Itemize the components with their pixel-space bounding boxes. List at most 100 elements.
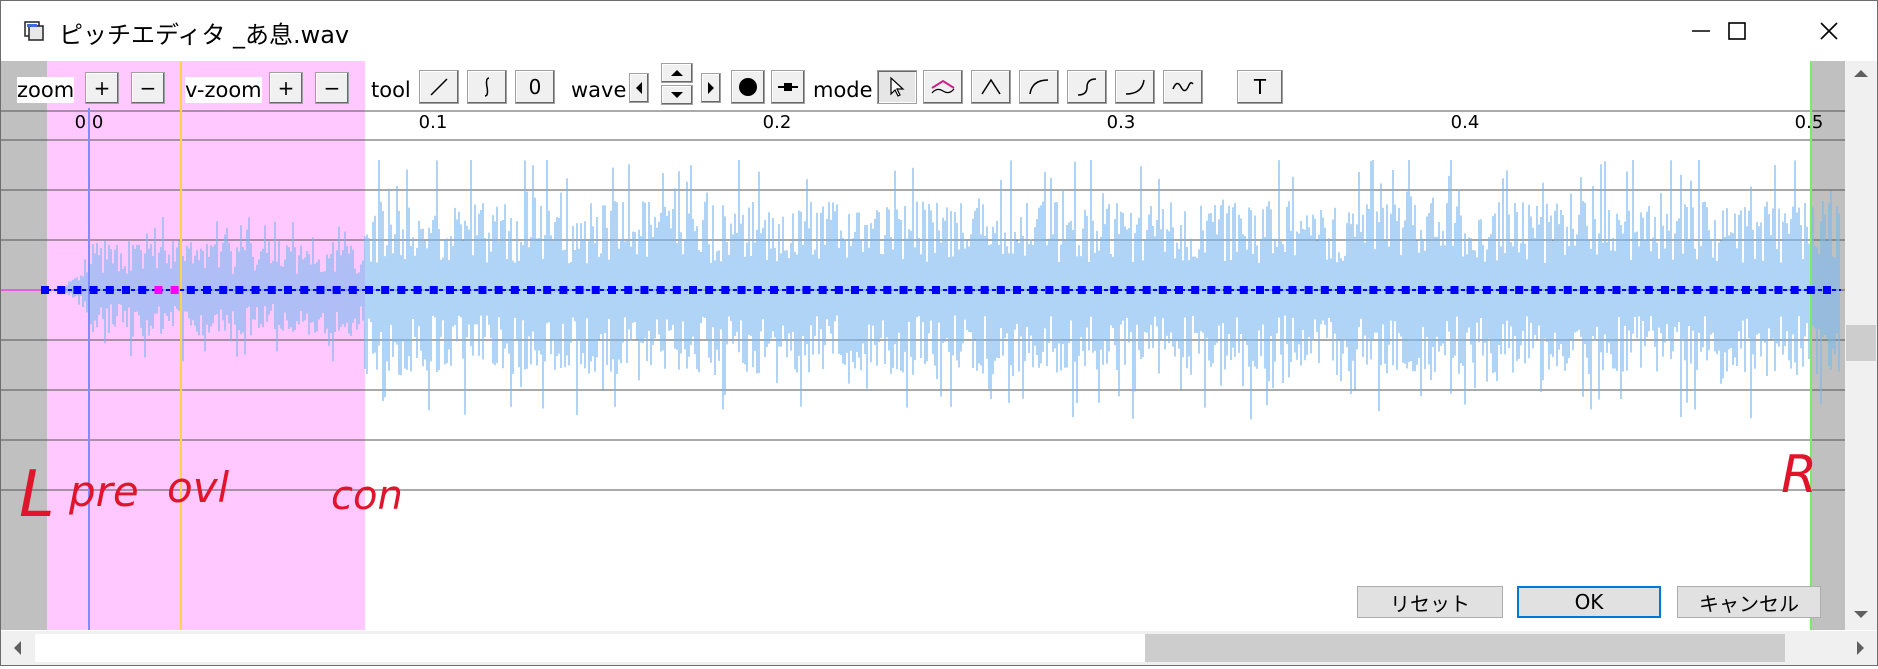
pitch-point: [170, 286, 179, 294]
pitch-point: [267, 286, 276, 294]
curve-up-icon: [1029, 79, 1049, 95]
pitch-point: [1337, 286, 1345, 294]
mode-curve-up-button[interactable]: [1019, 70, 1059, 104]
wave-left-button[interactable]: [629, 73, 649, 103]
pitch-point: [1661, 286, 1669, 294]
pitch-point: [1596, 286, 1605, 294]
point-add-button[interactable]: [731, 70, 765, 104]
wave-up-button[interactable]: [661, 63, 693, 83]
right-blank-region: [1811, 108, 1845, 630]
pitch-point: [1013, 286, 1021, 294]
text-mode-button[interactable]: T: [1237, 70, 1283, 104]
pitch-point: [899, 286, 908, 294]
line-tool-icon: [430, 78, 448, 96]
pitch-point: [802, 286, 811, 294]
pitch-point: [980, 286, 989, 294]
pitch-point: [1709, 286, 1718, 294]
maximize-icon: [1728, 22, 1746, 40]
pitch-point: [575, 286, 584, 294]
ok-button[interactable]: OK: [1517, 586, 1661, 618]
ruler-tick-label: 0.2: [763, 112, 792, 133]
pitch-point: [1094, 286, 1102, 294]
pitch-point: [1418, 286, 1426, 294]
pitch-point: [1239, 286, 1248, 294]
pitch-point: [543, 286, 552, 294]
pitch-point: [1288, 286, 1297, 294]
pitch-point: [883, 286, 892, 294]
pitch-point: [300, 286, 309, 294]
vzoom-out-button[interactable]: −: [315, 72, 349, 104]
close-icon: [1820, 22, 1838, 40]
left-blank-annotation: L: [19, 458, 55, 532]
mode-wave-button[interactable]: [1163, 70, 1203, 104]
close-button[interactable]: [1799, 1, 1859, 61]
pitch-point: [1272, 286, 1281, 294]
pitch-point: [1450, 286, 1459, 294]
pitch-point: [57, 286, 66, 294]
pitch-point: [1029, 286, 1038, 294]
vzoom-in-button[interactable]: +: [269, 72, 303, 104]
pitch-point: [915, 286, 924, 294]
pitch-point: [1110, 286, 1119, 294]
wave-label: wave: [571, 77, 627, 103]
pitch-point: [1223, 286, 1232, 294]
line-tool-button[interactable]: [419, 70, 459, 104]
down-arrow-icon: [671, 92, 683, 98]
pitch-point: [818, 286, 827, 294]
pitch-point: [138, 286, 147, 294]
pitch-point: [1207, 286, 1216, 294]
consonant-region: [47, 108, 365, 630]
pitch-point: [1531, 286, 1540, 294]
curve-down-icon: [1125, 79, 1145, 95]
pitch-point: [1045, 286, 1054, 294]
pitch-point: [948, 286, 957, 294]
pitch-point: [527, 286, 535, 294]
horizontal-scroll-thumb: [1145, 634, 1785, 662]
ruler-tick-label: 0.1: [419, 112, 448, 133]
mode-label: mode: [813, 77, 873, 103]
pitch-point: [672, 286, 681, 294]
pitch-point: [251, 286, 260, 294]
point-line-button[interactable]: [771, 70, 805, 104]
pitch-point: [996, 286, 1005, 294]
pitch-point: [105, 286, 114, 294]
mode-s-curve-button[interactable]: [1067, 70, 1107, 104]
pitch-point: [656, 286, 665, 294]
mode-select-button[interactable]: [877, 70, 917, 104]
wave-right-button[interactable]: [701, 73, 721, 103]
right-blank-annotation: R: [1781, 445, 1818, 505]
pitch-point: [1644, 286, 1653, 294]
mode-peak-button[interactable]: [971, 70, 1011, 104]
horizontal-scrollbar[interactable]: [1, 631, 1877, 665]
pitch-point: [1580, 286, 1588, 294]
waveform-area[interactable]: 0.0 0.1 0.2 0.3 0.4 0.5: [1, 108, 1851, 630]
pitch-point: [559, 286, 568, 294]
reset-button[interactable]: リセット: [1357, 586, 1503, 618]
pitch-point: [1677, 286, 1686, 294]
wave-down-button[interactable]: [661, 85, 693, 105]
integral-curve-icon: [484, 77, 490, 97]
curve-tool-button[interactable]: [467, 70, 507, 104]
zero-tool-button[interactable]: 0: [515, 70, 555, 104]
pitch-point: [1790, 286, 1799, 294]
pitch-point: [705, 286, 714, 294]
pitch-point: [1061, 286, 1070, 294]
cancel-button[interactable]: キャンセル: [1677, 586, 1821, 618]
mode-vibrato-button[interactable]: [923, 70, 963, 104]
vertical-scrollbar[interactable]: [1845, 61, 1877, 630]
mode-curve-down-button[interactable]: [1115, 70, 1155, 104]
pitch-point: [429, 286, 438, 294]
pitch-point: [1499, 286, 1507, 294]
pitch-point: [1482, 286, 1491, 294]
zoom-in-button[interactable]: +: [85, 72, 119, 104]
pitch-point: [41, 286, 49, 294]
pitch-point: [591, 286, 600, 294]
pitch-point: [624, 286, 633, 294]
pitch-canvas[interactable]: 0.0 0.1 0.2 0.3 0.4 0.5: [1, 108, 1851, 630]
s-curve-icon: [1077, 78, 1097, 96]
overlap-annotation: ovl: [167, 463, 230, 512]
zoom-out-button[interactable]: −: [131, 72, 165, 104]
maximize-button[interactable]: [1707, 1, 1767, 61]
cursor-arrow-icon: [890, 76, 905, 97]
pitch-point: [510, 286, 519, 294]
